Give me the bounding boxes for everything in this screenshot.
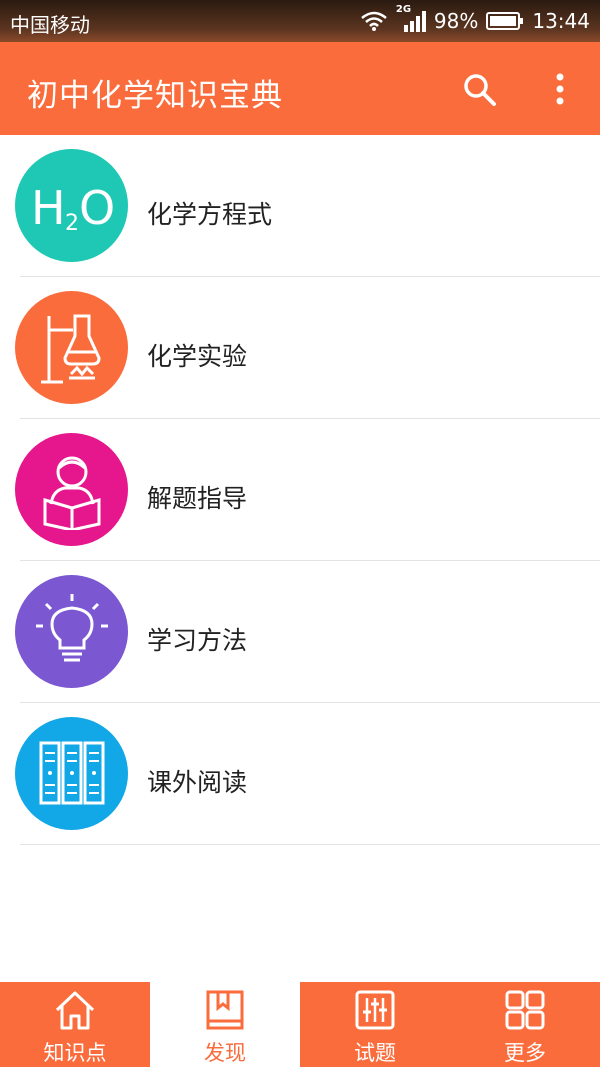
menu-list: H 2 O 化学方程式 化学实验 解题指导 学习方法 课外阅读 [0,135,600,845]
status-bar: 中国移动 2G 98% 13:44 [0,0,600,42]
h2o-end-text: O [79,181,115,235]
tab-label: 试题 [354,1041,396,1065]
menu-item-icon-bg [15,433,128,546]
tab-quizzes[interactable]: 试题 [300,982,450,1067]
home-icon [55,991,95,1030]
more-vert-icon[interactable] [545,68,575,112]
tab-label: 发现 [204,1041,246,1065]
lab-flask-icon [40,314,101,383]
signal-icon [403,11,426,32]
tab-more[interactable]: 更多 [450,982,600,1067]
h2o-main-text: H [31,181,66,235]
tab-knowledge[interactable]: 知识点 [0,982,150,1067]
sliders-icon [355,990,395,1030]
lightbulb-icon [35,593,108,661]
clock: 13:44 [532,9,590,33]
menu-item-label: 化学实验 [147,342,248,371]
tab-label: 更多 [504,1041,546,1065]
menu-item-study-methods[interactable]: 学习方法 [0,561,600,703]
tab-label: 知识点 [43,1041,107,1065]
menu-item-equations[interactable]: H 2 O 化学方程式 [0,135,600,277]
menu-item-label: 学习方法 [147,626,248,655]
menu-item-icon-bg [15,291,128,404]
divider [20,844,600,845]
wifi-icon [361,11,387,31]
menu-item-label: 课外阅读 [147,768,248,797]
menu-item-label: 化学方程式 [147,200,273,229]
reader-icon [43,456,100,530]
h2o-sub-text: 2 [65,211,79,236]
status-icons: 2G 98% 13:44 [360,4,590,33]
app-title: 初中化学知识宝典 [27,78,283,114]
h2o-icon: H 2 O [31,181,115,236]
app-bar: 初中化学知识宝典 [0,42,600,135]
menu-item-extra-reading[interactable]: 课外阅读 [0,703,600,845]
menu-item-icon-bg [15,717,128,830]
grid-icon [505,990,545,1030]
battery-icon [486,12,524,30]
menu-item-experiments[interactable]: 化学实验 [0,277,600,419]
menu-item-icon-bg [15,575,128,688]
book-icon [206,990,244,1030]
battery-percent: 98% [433,9,479,33]
search-icon[interactable] [460,70,500,110]
signal-indicator: 2G [396,4,426,32]
carrier-name: 中国移动 [10,13,90,37]
bookshelf-icon [39,741,104,804]
menu-item-problem-guide[interactable]: 解题指导 [0,419,600,561]
tab-discover[interactable]: 发现 [150,982,300,1067]
menu-item-icon-bg: H 2 O [15,149,128,262]
bottom-tab-bar: 知识点 发现 试题 更多 [0,982,600,1067]
menu-item-label: 解题指导 [147,484,248,513]
